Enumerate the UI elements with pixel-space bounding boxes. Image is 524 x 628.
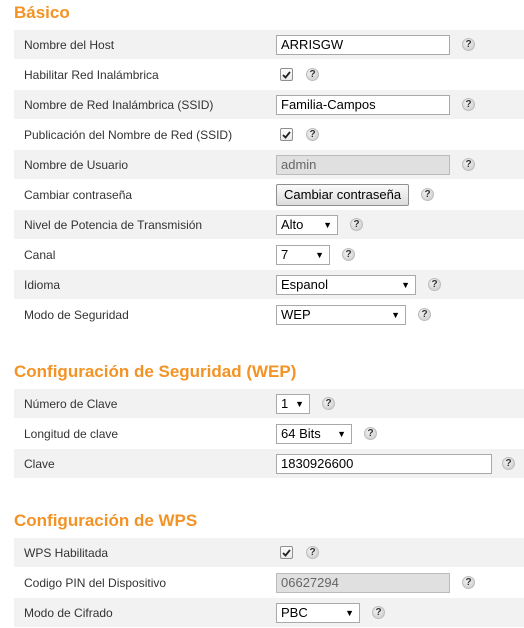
key-number-select[interactable]: 1 ▼ xyxy=(276,393,310,414)
help-icon[interactable]: ? xyxy=(502,457,515,470)
settings-page: Básico Nombre del Host ? Habilitar Red I… xyxy=(0,1,524,628)
row-enable-wireless: Habilitar Red Inalámbrica ? xyxy=(14,60,524,90)
help-icon[interactable]: ? xyxy=(372,606,385,619)
basic-settings-table: Nombre del Host ? Habilitar Red Inalámbr… xyxy=(14,30,524,330)
key-number-value: 1 xyxy=(281,396,289,411)
ssid-input[interactable] xyxy=(276,94,450,115)
row-device-pin: Codigo PIN del Dispositivo ? xyxy=(14,568,524,598)
wps-settings-table: WPS Habilitada ? Codigo PIN del Disposit… xyxy=(14,538,524,628)
language-select[interactable]: Espanol ▼ xyxy=(276,274,416,295)
change-password-button[interactable]: Cambiar contraseña xyxy=(276,183,410,206)
tx-power-label: Nivel de Potencia de Transmisión xyxy=(24,217,203,232)
row-tx-power: Nivel de Potencia de Transmisión Alto ▼ … xyxy=(14,210,524,240)
checkmark-icon xyxy=(282,70,291,79)
dropdown-arrow-icon: ▼ xyxy=(391,309,400,320)
help-icon[interactable]: ? xyxy=(306,68,319,81)
help-icon[interactable]: ? xyxy=(418,308,431,321)
enable-wireless-checkbox[interactable] xyxy=(280,68,293,81)
row-key-number: Número de Clave 1 ▼ ? xyxy=(14,389,524,419)
key-label: Clave xyxy=(24,456,55,471)
section-title-wps: Configuración de WPS xyxy=(14,511,198,530)
section-title-basic: Básico xyxy=(14,3,70,22)
language-label: Idioma xyxy=(24,277,61,292)
row-ssid: Nombre de Red Inalámbrica (SSID) ? xyxy=(14,90,524,120)
row-change-password: Cambiar contraseña Cambiar contraseña ? xyxy=(14,180,524,210)
channel-value: 7 xyxy=(281,247,289,262)
row-key-length: Longitud de clave 64 Bits ▼ ? xyxy=(14,419,524,449)
dropdown-arrow-icon: ▼ xyxy=(345,607,354,618)
security-mode-label: Modo de Seguridad xyxy=(24,307,129,322)
row-encryption-mode: Modo de Cifrado PBC ▼ ? xyxy=(14,598,524,628)
dropdown-arrow-icon: ▼ xyxy=(337,428,346,439)
wps-enabled-label: WPS Habilitada xyxy=(24,545,109,560)
help-icon[interactable]: ? xyxy=(428,278,441,291)
section-title-wep: Configuración de Seguridad (WEP) xyxy=(14,362,297,381)
help-icon[interactable]: ? xyxy=(306,128,319,141)
encryption-mode-select[interactable]: PBC ▼ xyxy=(276,602,360,623)
row-security-mode: Modo de Seguridad WEP ▼ ? xyxy=(14,300,524,330)
help-icon[interactable]: ? xyxy=(322,397,335,410)
broadcast-ssid-checkbox[interactable] xyxy=(280,128,293,141)
host-name-input[interactable] xyxy=(276,34,450,55)
row-channel: Canal 7 ▼ ? xyxy=(14,240,524,270)
key-input[interactable] xyxy=(276,453,492,474)
encryption-mode-value: PBC xyxy=(281,605,308,620)
checkmark-icon xyxy=(282,130,291,139)
dropdown-arrow-icon: ▼ xyxy=(401,279,410,290)
help-icon[interactable]: ? xyxy=(421,188,435,201)
help-icon[interactable]: ? xyxy=(462,576,475,589)
wps-enabled-checkbox[interactable] xyxy=(280,546,293,559)
device-pin-label: Codigo PIN del Dispositivo xyxy=(24,575,167,590)
broadcast-ssid-label: Publicación del Nombre de Red (SSID) xyxy=(24,127,233,142)
tx-power-select[interactable]: Alto ▼ xyxy=(276,214,338,235)
row-language: Idioma Espanol ▼ ? xyxy=(14,270,524,300)
username-label: Nombre de Usuario xyxy=(24,157,129,172)
help-icon[interactable]: ? xyxy=(364,427,377,440)
ssid-label: Nombre de Red Inalámbrica (SSID) xyxy=(24,97,214,112)
dropdown-arrow-icon: ▼ xyxy=(295,398,304,409)
dropdown-arrow-icon: ▼ xyxy=(315,249,324,260)
security-mode-value: WEP xyxy=(281,307,311,322)
help-icon[interactable]: ? xyxy=(462,38,475,51)
help-icon[interactable]: ? xyxy=(306,546,319,559)
help-icon[interactable]: ? xyxy=(350,218,363,231)
dropdown-arrow-icon: ▼ xyxy=(323,219,332,230)
help-icon[interactable]: ? xyxy=(342,248,355,261)
key-length-value: 64 Bits xyxy=(281,426,321,441)
username-input xyxy=(276,154,450,175)
enable-wireless-label: Habilitar Red Inalámbrica xyxy=(24,67,159,82)
help-icon[interactable]: ? xyxy=(462,98,475,111)
tx-power-value: Alto xyxy=(281,217,304,232)
security-mode-select[interactable]: WEP ▼ xyxy=(276,304,406,325)
help-icon[interactable]: ? xyxy=(462,158,475,171)
row-broadcast-ssid: Publicación del Nombre de Red (SSID) ? xyxy=(14,120,524,150)
key-length-label: Longitud de clave xyxy=(24,426,119,441)
channel-label: Canal xyxy=(24,247,56,262)
change-password-label: Cambiar contraseña xyxy=(24,187,133,202)
device-pin-input xyxy=(276,572,450,593)
row-host-name: Nombre del Host ? xyxy=(14,30,524,60)
row-wps-enabled: WPS Habilitada ? xyxy=(14,538,524,568)
row-username: Nombre de Usuario ? xyxy=(14,150,524,180)
channel-select[interactable]: 7 ▼ xyxy=(276,244,330,265)
encryption-mode-label: Modo de Cifrado xyxy=(24,605,113,620)
language-value: Espanol xyxy=(281,277,328,292)
wep-settings-table: Número de Clave 1 ▼ ? Longitud de clave … xyxy=(14,389,524,479)
key-length-select[interactable]: 64 Bits ▼ xyxy=(276,423,352,444)
row-key: Clave ? xyxy=(14,449,524,479)
key-number-label: Número de Clave xyxy=(24,396,118,411)
checkmark-icon xyxy=(282,548,291,557)
host-name-label: Nombre del Host xyxy=(24,37,115,52)
